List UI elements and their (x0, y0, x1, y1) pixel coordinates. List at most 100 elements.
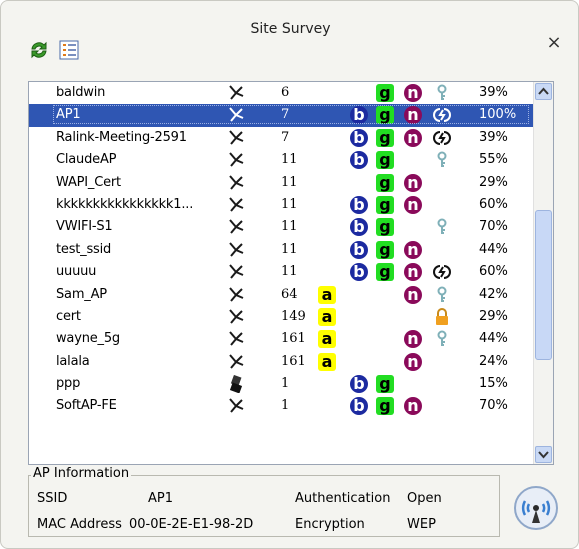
network-channel: 11 (281, 264, 298, 280)
network-channel: 7 (281, 129, 290, 145)
connect-button[interactable] (513, 485, 559, 531)
signal-antenna-icon (227, 308, 245, 326)
mode-802-11b-badge: b (350, 195, 368, 214)
network-row[interactable]: ppp 1 b g 15% (29, 373, 534, 395)
ssid-value: AP1 (148, 491, 174, 506)
mode-802-11n-badge: n (404, 240, 422, 259)
signal-antenna-icon (227, 106, 245, 124)
scrollbar-thumb[interactable] (535, 210, 552, 360)
network-row[interactable]: AP1 7 b g n 100% (29, 104, 534, 127)
wep-encryption-icon (433, 263, 451, 281)
signal-antenna-icon (227, 174, 245, 192)
network-row[interactable]: cert 149 a 29% (29, 306, 534, 328)
network-ssid: test_ssid (56, 241, 112, 257)
mode-802-11g-badge: g (376, 240, 394, 259)
mode-802-11g-badge: g (376, 128, 394, 147)
mode-802-11g-badge: g (376, 375, 394, 394)
network-row[interactable]: ClaudeAP 11 b g 55% (29, 149, 534, 171)
network-ssid: ClaudeAP (56, 152, 117, 168)
signal-strength: 70% (479, 398, 508, 414)
network-ssid: AP1 (56, 107, 81, 123)
network-channel: 161 (281, 353, 306, 369)
mode-802-11a-badge: a (318, 285, 336, 304)
mode-802-11n-badge: n (404, 106, 422, 125)
signal-antenna-icon (227, 353, 245, 371)
mode-802-11b-badge: b (350, 240, 368, 259)
network-list[interactable]: baldwin 6 g n 39% AP1 7 b g n 100% Ralink-Meeting-2… (28, 81, 554, 465)
network-row[interactable]: VWIFI-S1 11 b g 70% (29, 216, 534, 238)
network-channel: 1 (281, 376, 290, 392)
window-title: Site Survey (250, 21, 331, 37)
signal-antenna-icon (227, 263, 245, 281)
mode-802-11n-badge: n (404, 285, 422, 304)
mode-802-11n-badge: n (404, 173, 422, 192)
mode-802-11a-badge: a (318, 330, 336, 349)
signal-strength: 29% (479, 174, 508, 190)
network-ssid: kkkkkkkkkkkkkkkk1... (56, 196, 194, 212)
mode-802-11n-badge: n (404, 330, 422, 349)
mode-802-11g-badge: g (376, 218, 394, 237)
mac-address-label: MAC Address (37, 517, 122, 532)
signal-strength: 55% (479, 152, 508, 168)
mode-802-11b-badge: b (350, 375, 368, 394)
network-channel: 1 (281, 398, 290, 414)
network-row[interactable]: lalala 161 a n 24% (29, 351, 534, 373)
signal-antenna-icon (227, 196, 245, 214)
mode-802-11b-badge: b (350, 263, 368, 282)
network-channel: 7 (281, 107, 290, 123)
authentication-value: Open (407, 491, 442, 506)
mode-802-11g-badge: g (376, 106, 394, 125)
signal-antenna-icon (227, 286, 245, 304)
encryption-value: WEP (407, 517, 436, 532)
key-icon (433, 218, 451, 236)
mode-802-11n-badge: n (404, 195, 422, 214)
refresh-button[interactable] (28, 39, 50, 61)
network-channel: 161 (281, 331, 306, 347)
scroll-down-button[interactable] (535, 446, 552, 463)
mode-802-11n-badge: n (404, 84, 422, 102)
signal-strength: 42% (479, 286, 508, 302)
close-button[interactable]: × (546, 34, 562, 52)
ssid-label: SSID (37, 491, 68, 506)
list-view-button[interactable] (58, 39, 80, 61)
network-channel: 11 (281, 219, 298, 235)
key-icon (433, 151, 451, 169)
network-row[interactable]: WAPI_Cert 11 g n 29% (29, 172, 534, 194)
network-row[interactable]: uuuuu 11 b g n 60% (29, 261, 534, 283)
signal-antenna-icon (227, 330, 245, 348)
vertical-scrollbar[interactable] (533, 82, 553, 464)
mode-802-11g-badge: g (376, 173, 394, 192)
signal-antenna-icon (227, 218, 245, 236)
network-ssid: VWIFI-S1 (56, 219, 113, 235)
network-channel: 149 (281, 308, 306, 324)
authentication-label: Authentication (295, 491, 391, 506)
network-row[interactable]: Ralink-Meeting-2591 7 b g n 39% (29, 127, 534, 149)
signal-strength: 60% (479, 264, 508, 280)
network-row[interactable]: kkkkkkkkkkkkkkkk1... 11 b g n 60% (29, 194, 534, 216)
network-ssid: uuuuu (56, 264, 97, 280)
mode-802-11g-badge: g (376, 84, 394, 102)
network-row[interactable]: Sam_AP 64 a n 42% (29, 284, 534, 306)
chevron-up-icon (538, 87, 549, 95)
mode-802-11n-badge: n (404, 263, 422, 282)
signal-strength: 100% (479, 107, 517, 123)
scroll-up-button[interactable] (535, 83, 552, 100)
network-row[interactable]: SoftAP-FE 1 b g n 70% (29, 395, 534, 417)
mode-802-11n-badge: n (404, 352, 422, 371)
wep-encryption-icon (433, 106, 451, 124)
network-channel: 11 (281, 152, 298, 168)
network-row[interactable]: wayne_5g 161 a n 44% (29, 328, 534, 350)
mode-802-11b-badge: b (350, 128, 368, 147)
lock-icon (433, 307, 451, 326)
signal-antenna-icon (227, 151, 245, 169)
mode-802-11b-badge: b (350, 218, 368, 237)
signal-strength: 44% (479, 241, 508, 257)
key-icon (433, 84, 451, 102)
network-ssid: SoftAP-FE (56, 398, 117, 414)
network-row[interactable]: baldwin 6 g n 39% (29, 82, 534, 104)
chevron-down-icon (538, 451, 549, 459)
network-row[interactable]: test_ssid 11 b g n 44% (29, 239, 534, 261)
mode-802-11a-badge: a (318, 352, 336, 371)
network-ssid: WAPI_Cert (56, 174, 121, 190)
signal-strength: 70% (479, 219, 508, 235)
